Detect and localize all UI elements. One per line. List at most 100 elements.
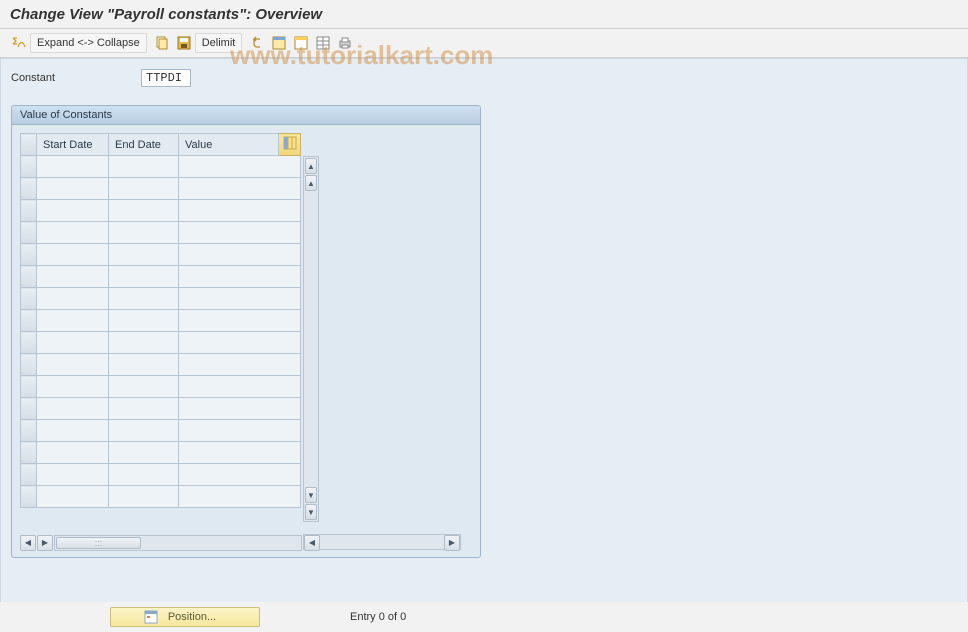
cell-value[interactable] [179, 354, 301, 376]
cell-end[interactable] [109, 156, 179, 178]
cell-end[interactable] [109, 332, 179, 354]
cell-start[interactable] [37, 420, 109, 442]
cell-start[interactable] [37, 486, 109, 508]
expand-collapse-button[interactable]: Expand <-> Collapse [30, 33, 147, 53]
table-row[interactable] [21, 332, 301, 354]
table-row[interactable] [21, 156, 301, 178]
row-selector[interactable] [21, 420, 37, 442]
cell-start[interactable] [37, 310, 109, 332]
table-row[interactable] [21, 486, 301, 508]
scroll-down-icon[interactable]: ▼ [305, 504, 317, 520]
cell-value[interactable] [179, 244, 301, 266]
row-selector[interactable] [21, 244, 37, 266]
cell-start[interactable] [37, 376, 109, 398]
table-row[interactable] [21, 178, 301, 200]
cell-end[interactable] [109, 244, 179, 266]
scroll-left-icon[interactable]: ◀ [20, 535, 36, 551]
cell-end[interactable] [109, 222, 179, 244]
scroll-right-icon[interactable]: ▶ [37, 535, 53, 551]
table-row[interactable] [21, 310, 301, 332]
cell-value[interactable] [179, 200, 301, 222]
scroll-left2-icon[interactable]: ◀ [304, 535, 320, 551]
cell-end[interactable] [109, 442, 179, 464]
cell-end[interactable] [109, 310, 179, 332]
scroll-up2-icon[interactable]: ▲ [305, 175, 317, 191]
row-selector[interactable] [21, 178, 37, 200]
table-row[interactable] [21, 200, 301, 222]
table-row[interactable] [21, 354, 301, 376]
cell-end[interactable] [109, 178, 179, 200]
scroll-track[interactable]: ::: [54, 535, 302, 551]
row-selector[interactable] [21, 398, 37, 420]
cell-value[interactable] [179, 332, 301, 354]
row-selector[interactable] [21, 156, 37, 178]
table-row[interactable] [21, 420, 301, 442]
delimit-button[interactable]: Delimit [195, 33, 243, 53]
table-row[interactable] [21, 442, 301, 464]
cell-start[interactable] [37, 156, 109, 178]
cell-start[interactable] [37, 464, 109, 486]
row-selector[interactable] [21, 200, 37, 222]
cell-start[interactable] [37, 222, 109, 244]
row-selector[interactable] [21, 310, 37, 332]
configure-columns-icon[interactable] [279, 134, 301, 156]
row-selector[interactable] [21, 332, 37, 354]
cell-value[interactable] [179, 288, 301, 310]
position-button[interactable]: Position... [110, 607, 260, 627]
cell-start[interactable] [37, 200, 109, 222]
cell-value[interactable] [179, 266, 301, 288]
row-selector[interactable] [21, 288, 37, 310]
cell-value[interactable] [179, 442, 301, 464]
row-selector[interactable] [21, 222, 37, 244]
cell-end[interactable] [109, 266, 179, 288]
select-all-icon[interactable] [268, 33, 290, 53]
col-start-date[interactable]: Start Date [37, 134, 109, 156]
scroll-thumb[interactable]: ::: [56, 537, 141, 549]
cell-start[interactable] [37, 288, 109, 310]
cell-value[interactable] [179, 222, 301, 244]
cell-end[interactable] [109, 464, 179, 486]
row-selector[interactable] [21, 486, 37, 508]
cell-start[interactable] [37, 266, 109, 288]
row-selector[interactable] [21, 442, 37, 464]
scroll-right2-icon[interactable]: ▶ [444, 535, 460, 551]
col-value[interactable]: Value [179, 134, 279, 156]
table-row[interactable] [21, 376, 301, 398]
row-selector[interactable] [21, 376, 37, 398]
cell-start[interactable] [37, 354, 109, 376]
table-row[interactable] [21, 464, 301, 486]
cell-end[interactable] [109, 354, 179, 376]
table-settings-icon[interactable] [312, 33, 334, 53]
cell-value[interactable] [179, 486, 301, 508]
table-row[interactable] [21, 288, 301, 310]
save-icon[interactable] [173, 33, 195, 53]
row-selector[interactable] [21, 464, 37, 486]
horizontal-scrollbar-right[interactable]: ◀ ▶ [303, 534, 461, 550]
select-all-header[interactable] [21, 134, 37, 156]
cell-end[interactable] [109, 420, 179, 442]
cell-value[interactable] [179, 156, 301, 178]
row-selector[interactable] [21, 266, 37, 288]
table-row[interactable] [21, 398, 301, 420]
scroll-up-icon[interactable]: ▲ [305, 158, 317, 174]
row-selector[interactable] [21, 354, 37, 376]
cell-start[interactable] [37, 244, 109, 266]
cell-value[interactable] [179, 398, 301, 420]
table-row[interactable] [21, 222, 301, 244]
cell-value[interactable] [179, 464, 301, 486]
undo-icon[interactable] [246, 33, 268, 53]
scroll-down2-icon[interactable]: ▼ [305, 487, 317, 503]
vertical-scrollbar[interactable]: ▲ ▲ ▼ ▼ [303, 156, 319, 522]
cell-end[interactable] [109, 486, 179, 508]
horizontal-scrollbar[interactable]: ◀ ▶ ::: [20, 534, 302, 551]
toggle-icon[interactable] [8, 33, 30, 53]
constant-input[interactable] [141, 69, 191, 87]
cell-start[interactable] [37, 178, 109, 200]
cell-value[interactable] [179, 420, 301, 442]
copy-icon[interactable] [151, 33, 173, 53]
col-end-date[interactable]: End Date [109, 134, 179, 156]
cell-value[interactable] [179, 376, 301, 398]
deselect-all-icon[interactable] [290, 33, 312, 53]
cell-value[interactable] [179, 310, 301, 332]
cell-end[interactable] [109, 288, 179, 310]
